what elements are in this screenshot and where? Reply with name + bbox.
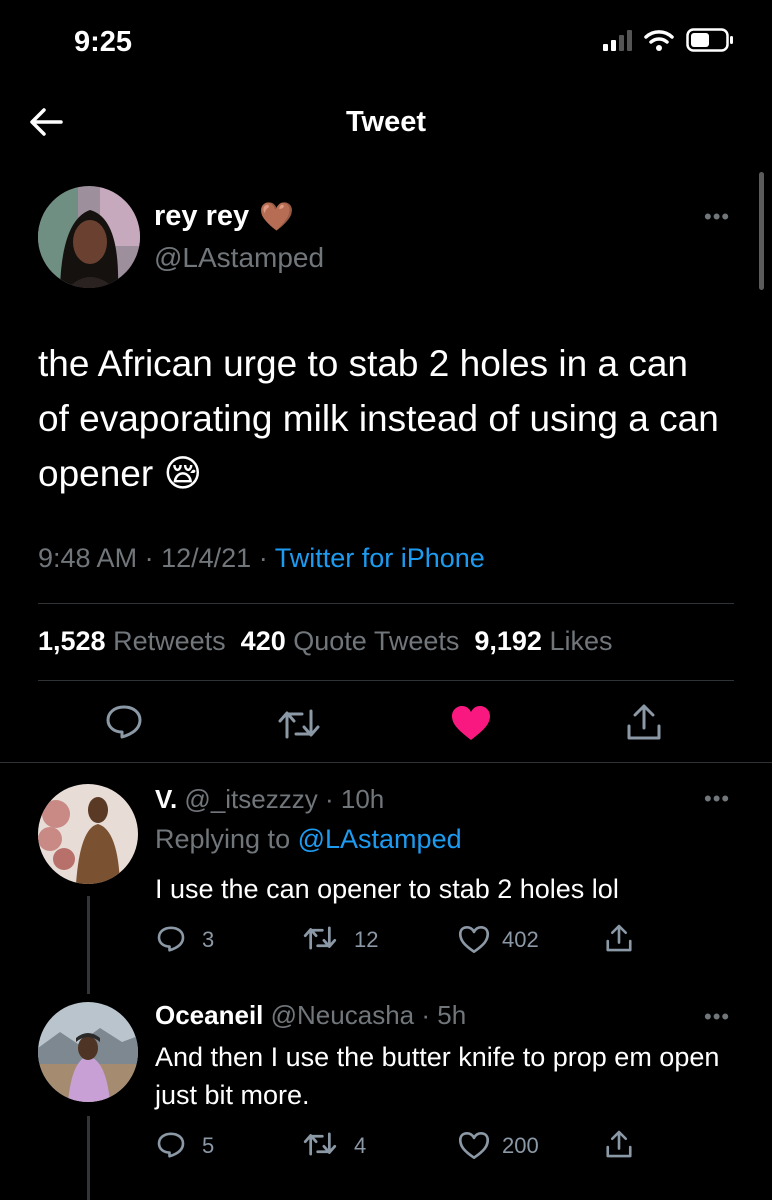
share-icon[interactable] xyxy=(604,922,634,954)
retweet-count: 12 xyxy=(354,927,379,952)
tweet-stats: 1,528 Retweets 420 Quote Tweets 9,192 Li… xyxy=(38,626,613,657)
page-title: Tweet xyxy=(345,106,427,138)
replying-label: Replying to xyxy=(155,824,291,854)
meta-separator: · xyxy=(258,543,268,573)
reply-icon[interactable] xyxy=(156,1130,186,1160)
like-icon[interactable] xyxy=(450,704,492,742)
reply-icon[interactable] xyxy=(104,703,144,741)
retweet-icon[interactable] xyxy=(276,706,322,742)
author-name[interactable]: rey rey xyxy=(154,200,249,233)
more-icon[interactable]: ••• xyxy=(704,206,730,228)
meta-separator: · xyxy=(414,1000,438,1030)
retweets-stat[interactable]: 1,528 Retweets xyxy=(38,626,226,656)
like-icon[interactable] xyxy=(458,1131,490,1160)
more-icon[interactable]: ••• xyxy=(704,1006,730,1028)
reply-age[interactable]: 5h xyxy=(437,1000,466,1030)
reply-text: I use the can opener to stab 2 holes lol xyxy=(155,874,619,904)
divider xyxy=(38,603,734,604)
share-icon[interactable] xyxy=(604,1128,634,1160)
tweet-source[interactable]: Twitter for iPhone xyxy=(275,543,485,573)
status-time: 9:25 xyxy=(74,26,133,58)
reply-author-handle[interactable]: @Neucasha xyxy=(271,1000,414,1030)
tweet-text-emoji: 😪 xyxy=(163,453,203,494)
retweets-count: 1,528 xyxy=(38,626,106,656)
quotes-count: 420 xyxy=(240,626,286,656)
reply-avatar[interactable] xyxy=(38,1002,138,1102)
retweets-label: Retweets xyxy=(113,626,226,656)
likes-count: 9,192 xyxy=(474,626,542,656)
tweet-time[interactable]: 9:48 AM xyxy=(38,543,137,573)
tweet-date[interactable]: 12/4/21 xyxy=(161,543,251,573)
meta-separator: · xyxy=(317,784,341,814)
reply-count: 3 xyxy=(202,927,215,952)
reply-author-name[interactable]: V. xyxy=(155,784,177,814)
thread-line xyxy=(87,1116,90,1200)
author-name-emoji: 🤎 xyxy=(259,200,295,232)
reply-count: 5 xyxy=(202,1133,215,1158)
like-count: 402 xyxy=(502,927,539,952)
reply-icon[interactable] xyxy=(156,924,186,954)
share-icon[interactable] xyxy=(624,702,664,742)
scrollbar[interactable] xyxy=(759,172,764,290)
retweet-count: 4 xyxy=(354,1133,367,1158)
meta-separator: · xyxy=(144,543,154,573)
likes-stat[interactable]: 9,192 Likes xyxy=(474,626,612,656)
reply-age[interactable]: 10h xyxy=(341,784,384,814)
author-avatar[interactable] xyxy=(38,186,140,288)
thread-line xyxy=(87,896,90,994)
reply-avatar[interactable] xyxy=(38,784,138,884)
divider xyxy=(0,762,772,763)
more-icon[interactable]: ••• xyxy=(704,788,730,810)
signal-icon xyxy=(603,29,632,51)
replying-to-link[interactable]: @LAstamped xyxy=(298,824,462,854)
quotes-label: Quote Tweets xyxy=(293,626,460,656)
quotes-stat[interactable]: 420 Quote Tweets xyxy=(241,626,460,656)
wifi-icon xyxy=(644,30,674,51)
retweet-icon[interactable] xyxy=(302,1130,338,1158)
like-count: 200 xyxy=(502,1133,539,1158)
retweet-icon[interactable] xyxy=(302,924,338,952)
reply-author-handle[interactable]: @_itsezzzy xyxy=(184,784,317,814)
reply-author-name[interactable]: Oceaneil xyxy=(155,1000,263,1030)
tweet-text: the African urge to stab 2 holes in a ca… xyxy=(38,336,728,501)
status-icons xyxy=(603,28,734,52)
tweet-meta: 9:48 AM · 12/4/21 · Twitter for iPhone xyxy=(38,543,485,574)
tweet-text-body: the African urge to stab 2 holes in a ca… xyxy=(38,343,719,494)
like-icon[interactable] xyxy=(458,925,490,954)
divider xyxy=(38,680,734,681)
battery-icon xyxy=(686,28,733,52)
reply-text: And then I use the butter knife to prop … xyxy=(155,1042,720,1110)
likes-label: Likes xyxy=(549,626,613,656)
author-handle[interactable]: @LAstamped xyxy=(154,242,324,274)
